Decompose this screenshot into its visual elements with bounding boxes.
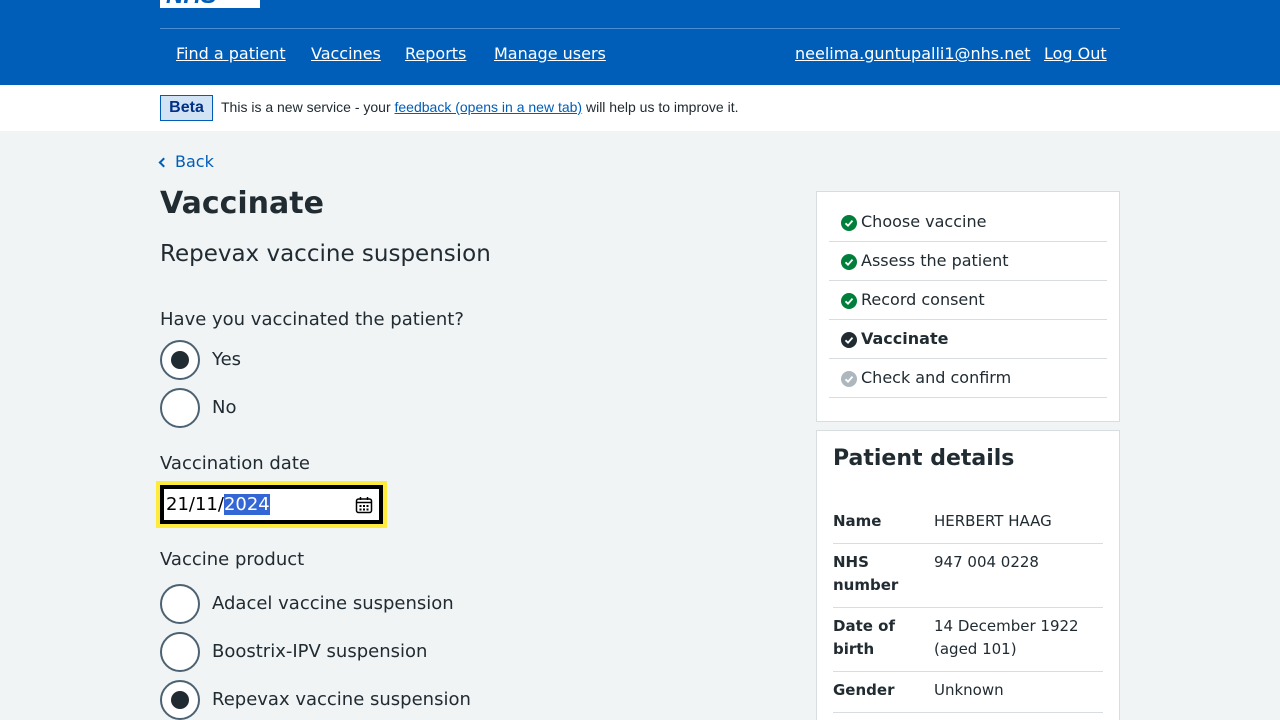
phase-banner: Beta This is a new service - your feedba… <box>0 85 1280 131</box>
patient-row-nhs-number: NHS number 947 004 0228 <box>833 551 1103 608</box>
date-day-month: 21/11/ <box>166 494 224 515</box>
task-item-record-consent[interactable]: Record consent <box>829 281 1107 320</box>
patient-row-gender: Gender Unknown <box>833 679 1103 713</box>
nav-manage-users[interactable]: Manage users <box>494 44 606 63</box>
vaccinated-question: Have you vaccinated the patient? <box>160 309 464 330</box>
task-label: Assess the patient <box>861 251 1009 270</box>
feedback-link[interactable]: feedback (opens in a new tab) <box>395 99 583 115</box>
back-label: Back <box>175 152 214 171</box>
header-divider <box>160 28 1120 29</box>
patient-key: NHS number <box>833 553 899 594</box>
patient-value: Unknown <box>934 681 1004 699</box>
log-out-link[interactable]: Log Out <box>1044 44 1107 63</box>
nhs-logo[interactable]: NHS <box>160 0 260 9</box>
radio-adacel[interactable] <box>160 584 200 624</box>
task-label: Choose vaccine <box>861 212 987 231</box>
patient-row-name: Name HERBERT HAAG <box>833 510 1103 544</box>
task-item-vaccinate[interactable]: Vaccinate <box>829 320 1107 359</box>
patient-details-card: Patient details Name HERBERT HAAG NHS nu… <box>816 430 1120 720</box>
radio-no-label[interactable]: No <box>212 397 236 418</box>
calendar-icon[interactable] <box>355 496 373 514</box>
radio-boostrix-label[interactable]: Boostrix-IPV suspension <box>212 641 427 662</box>
task-item-choose-vaccine[interactable]: Choose vaccine <box>829 203 1107 242</box>
patient-value: HERBERT HAAG <box>934 512 1052 530</box>
back-link[interactable]: Back <box>158 152 214 171</box>
date-focus-ring: 21/11/2024 <box>156 481 387 528</box>
nav-find-a-patient[interactable]: Find a patient <box>176 44 286 63</box>
date-year-selected: 2024 <box>223 494 270 515</box>
radio-boostrix[interactable] <box>160 632 200 672</box>
check-circle-icon <box>841 254 857 270</box>
check-circle-icon <box>841 293 857 309</box>
page-subtitle: Repevax vaccine suspension <box>160 241 491 267</box>
patient-details-heading: Patient details <box>833 446 1015 471</box>
check-circle-icon <box>841 332 857 348</box>
check-circle-icon <box>841 371 857 387</box>
date-value: 21/11/2024 <box>166 494 270 515</box>
patient-value: 14 December 1922 (aged 101) <box>934 617 1079 658</box>
task-label: Vaccinate <box>861 329 949 348</box>
nav-reports[interactable]: Reports <box>405 44 466 63</box>
banner-text-before: This is a new service - your <box>221 99 391 115</box>
nav-vaccines[interactable]: Vaccines <box>311 44 381 63</box>
radio-repevax[interactable] <box>160 680 200 720</box>
radio-yes-label[interactable]: Yes <box>212 349 241 370</box>
task-label: Record consent <box>861 290 985 309</box>
beta-tag: Beta <box>160 95 213 121</box>
patient-key: Name <box>833 512 882 530</box>
check-circle-icon <box>841 215 857 231</box>
patient-row-dob: Date of birth 14 December 1922 (aged 101… <box>833 615 1103 672</box>
radio-yes[interactable] <box>160 340 200 380</box>
chevron-left-icon <box>158 157 169 168</box>
site-header: NHS Find a patient Vaccines Reports Mana… <box>0 0 1280 85</box>
task-list: Choose vaccine Assess the patient Record… <box>816 191 1120 422</box>
banner-text-after: will help us to improve it. <box>585 99 739 115</box>
patient-key: Gender <box>833 681 895 699</box>
radio-repevax-label[interactable]: Repevax vaccine suspension <box>212 689 471 710</box>
beta-banner-text: This is a new service - your feedback (o… <box>221 99 738 115</box>
radio-adacel-label[interactable]: Adacel vaccine suspension <box>212 593 454 614</box>
vaccine-product-label: Vaccine product <box>160 549 305 570</box>
radio-no[interactable] <box>160 388 200 428</box>
task-item-check-confirm[interactable]: Check and confirm <box>829 359 1107 398</box>
page-title: Vaccinate <box>160 186 324 221</box>
vaccination-date-input[interactable]: 21/11/2024 <box>160 485 383 524</box>
patient-value: 947 004 0228 <box>934 553 1039 571</box>
patient-key: Date of birth <box>833 617 895 658</box>
vaccination-date-label: Vaccination date <box>160 453 310 474</box>
user-email-link[interactable]: neelima.guntupalli1@nhs.net <box>795 44 1030 63</box>
task-label: Check and confirm <box>861 368 1012 387</box>
task-item-assess-patient[interactable]: Assess the patient <box>829 242 1107 281</box>
